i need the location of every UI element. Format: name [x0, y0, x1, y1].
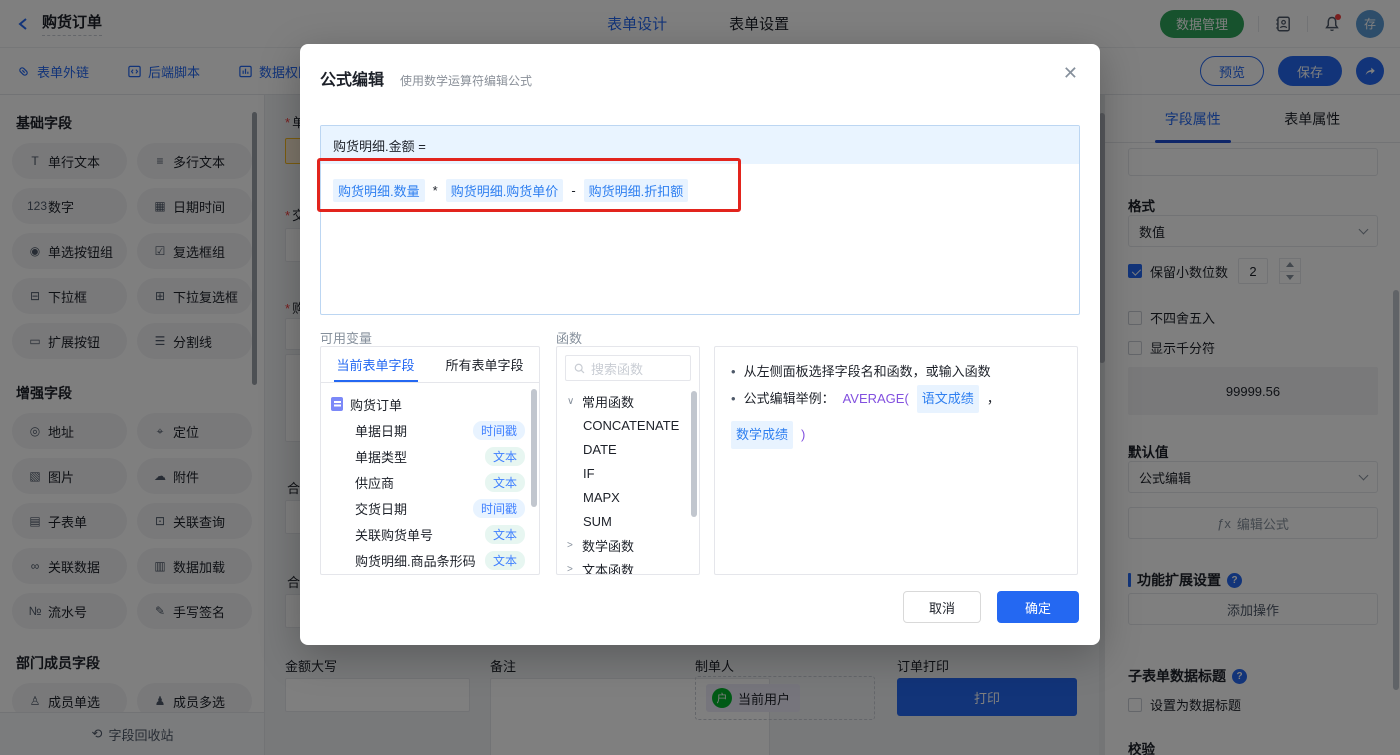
field-type-badge: 文本 [484, 446, 525, 466]
function-group-text[interactable]: > 文本函数 [557, 557, 699, 575]
example-field-chip: 语文成绩 [916, 385, 979, 413]
field-type-badge: 文本 [484, 472, 525, 492]
function-item[interactable]: SUM [557, 509, 699, 533]
variable-field-row[interactable]: 单据类型 文本 [321, 443, 539, 469]
field-type-badge: 时间戳 [472, 498, 525, 518]
formula-editor-modal: 公式编辑 使用数学运算符编辑公式 ✕ 购货明细.金额 = 购货明细.数量 * 购货明… [300, 44, 1100, 645]
chevron-collapsed-icon: > [567, 539, 573, 551]
formula-target: 购货明细.金额 = [321, 126, 1079, 164]
common-functions-list: CONCATENATE DATE IF MAPX SUM [557, 413, 699, 533]
cancel-button[interactable]: 取消 [903, 591, 981, 623]
functions-panel: 搜索函数 ∨ 常用函数 CONCATENATE DATE IF MAPX SUM > 数… [556, 346, 700, 575]
function-item[interactable]: CONCATENATE [557, 413, 699, 437]
function-item[interactable]: IF [557, 461, 699, 485]
function-search-input[interactable]: 搜索函数 [565, 355, 691, 381]
example-field-chip: 数学成绩 [731, 421, 794, 449]
formula-token[interactable]: 购货明细.折扣额 [583, 179, 689, 202]
variables-root-node[interactable]: 购货订单 [321, 391, 539, 417]
modal-title: 公式编辑 [320, 72, 385, 89]
variable-field-row[interactable]: 供应商 文本 [321, 469, 539, 495]
chevron-collapsed-icon: > [567, 563, 573, 575]
variables-scrollbar[interactable] [531, 389, 537, 507]
close-icon[interactable]: ✕ [1063, 64, 1078, 82]
variable-field-row[interactable]: 购货明细.商品条形码 文本 [321, 547, 539, 573]
formula-editor: 购货明细.金额 = 购货明细.数量 * 购货明细.购货单价 - 购货明细.折扣额 [320, 125, 1080, 315]
variables-label: 可用变量 [320, 331, 373, 346]
tab-all-form-fields[interactable]: 所有表单字段 [430, 347, 539, 382]
variables-list: 单据日期 时间戳 单据类型 文本 供应商 文本 交货日期 时间戳 关联购货单号 … [321, 417, 539, 573]
form-doc-icon [331, 397, 343, 411]
variable-field-row[interactable]: 单据日期 时间戳 [321, 417, 539, 443]
formula-expression[interactable]: 购货明细.数量 * 购货明细.购货单价 - 购货明细.折扣额 [321, 164, 1079, 217]
formula-token[interactable]: - [571, 183, 575, 198]
modal-subtitle: 使用数学运算符编辑公式 [400, 74, 533, 88]
field-type-badge: 文本 [484, 550, 525, 570]
help-line-1: • 从左侧面板选择字段名和函数，或输入函数 [731, 359, 1061, 385]
formula-token[interactable]: 购货明细.数量 [333, 179, 425, 202]
field-type-badge: 文本 [484, 524, 525, 544]
variable-field-row[interactable]: 关联购货单号 文本 [321, 521, 539, 547]
bullet-dot: • [731, 364, 736, 379]
confirm-button[interactable]: 确定 [997, 591, 1079, 623]
variable-field-row[interactable]: 交货日期 时间戳 [321, 495, 539, 521]
function-group-math[interactable]: > 数学函数 [557, 533, 699, 557]
bullet-dot: • [731, 391, 736, 406]
formula-help-panel: • 从左侧面板选择字段名和函数，或输入函数 • 公式编辑举例： AVERAGE(… [714, 346, 1078, 575]
variables-tabs: 当前表单字段 所有表单字段 [321, 347, 539, 383]
function-item[interactable]: DATE [557, 437, 699, 461]
chevron-expanded-icon: ∨ [567, 395, 575, 407]
example-function-open: AVERAGE( [842, 391, 909, 406]
formula-token[interactable]: * [433, 183, 438, 198]
example-function-close: ) [801, 427, 806, 442]
functions-label: 函数 [556, 331, 583, 346]
search-placeholder: 搜索函数 [591, 361, 644, 377]
functions-scrollbar[interactable] [691, 391, 697, 517]
variables-tree: 购货订单 单据日期 时间戳 单据类型 文本 供应商 文本 交货日期 时间戳 关联… [321, 383, 539, 573]
field-type-badge: 时间戳 [472, 420, 525, 440]
modal-footer: 取消 确定 [903, 591, 1079, 623]
search-icon [574, 363, 585, 373]
tab-current-form-fields[interactable]: 当前表单字段 [321, 347, 430, 382]
function-group-common[interactable]: ∨ 常用函数 [557, 389, 699, 413]
function-item[interactable]: MAPX [557, 485, 699, 509]
modal-header: 公式编辑 使用数学运算符编辑公式 [320, 66, 532, 90]
variables-panel: 当前表单字段 所有表单字段 购货订单 单据日期 时间戳 单据类型 文本 供应商 … [320, 346, 540, 575]
formula-token[interactable]: 购货明细.购货单价 [445, 179, 564, 202]
app-root: 购货订单 表单设计 表单设置 数据管理 存 表单外链 [0, 0, 1400, 755]
help-line-2: • 公式编辑举例： AVERAGE( 语文成绩 ， 数学成绩 ) [731, 385, 1061, 449]
